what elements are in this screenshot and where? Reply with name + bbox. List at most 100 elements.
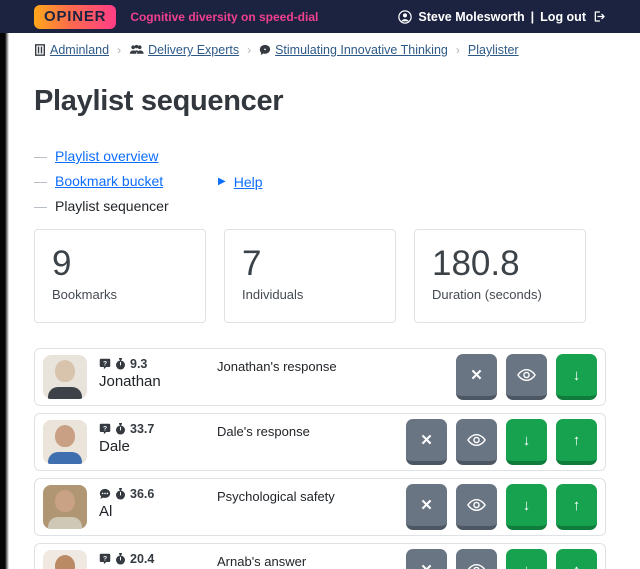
arrow-down-icon: ↓ [523,563,531,569]
breadcrumb-item: Stimulating Innovative Thinking › [259,43,460,57]
question-bubble-icon: ? [99,358,111,370]
response-title: Psychological safety [217,489,335,504]
arrow-down-icon: ↓ [572,366,581,384]
help-toggle[interactable]: ▶ Help [218,144,263,219]
stat-label: Bookmarks [52,287,118,303]
breadcrumb-separator: › [117,43,122,57]
move-down-button[interactable]: ↓ [506,549,547,569]
stat-label: Duration (seconds) [432,287,542,303]
breadcrumb-item: Adminland › [34,43,121,57]
eye-icon [467,498,486,512]
svg-text:?: ? [103,360,107,367]
question-bubble-icon: ? [99,423,111,435]
comment-dots-icon [99,488,111,500]
eye-icon [517,368,536,382]
speech-bubble-icon [259,44,271,56]
avatar [43,550,87,569]
duration-value: 36.6 [130,487,155,501]
remove-button[interactable]: ✕ [406,549,447,569]
breadcrumb-separator: › [247,43,252,57]
stat-card: 9 Bookmarks [34,229,206,323]
app-header: OPINER Cognitive diversity on speed-dial… [0,0,640,33]
move-up-button[interactable]: ↑ [556,549,597,569]
breadcrumb-link[interactable]: Playlister [468,43,519,57]
nav-link[interactable]: Playlist overview [55,144,158,168]
close-icon: ✕ [420,431,433,449]
page-nav: — Playlist overview — Bookmark bucket — … [34,144,606,219]
preview-button[interactable] [506,354,547,400]
breadcrumb-separator: › [455,43,460,57]
playlist-row: ? 20.4 Arnab Arna [34,543,606,569]
response-title: Jonathan's response [217,359,337,374]
stat-card: 180.8 Duration (seconds) [414,229,586,323]
svg-text:?: ? [103,425,107,432]
move-down-button[interactable]: ↓ [506,419,547,465]
duration-value: 33.7 [130,422,155,436]
page-title: Playlist sequencer [34,85,284,117]
playlist-row: ? 9.3 Jonathan Jonathan's response ✕ ↓ [34,348,606,406]
stopwatch-icon [115,358,126,370]
remove-button[interactable]: ✕ [456,354,497,400]
move-up-button[interactable]: ↑ [556,484,597,530]
list-dash: — [34,199,47,214]
person-circle-icon [398,9,413,24]
arrow-up-icon: ↑ [572,431,581,449]
move-down-button[interactable]: ↓ [556,354,597,400]
remove-button[interactable]: ✕ [406,419,447,465]
response-title: Dale's response [217,424,310,439]
preview-button[interactable] [456,484,497,530]
window-shadow [0,33,9,569]
arrow-down-icon: ↓ [522,496,531,514]
user-menu[interactable]: Steve Molesworth | Log out [398,10,606,24]
nav-list-item: — Playlist sequencer [34,194,218,219]
person-name: Dale [99,438,130,455]
person-name: Al [99,503,113,520]
breadcrumb: Adminland › Delivery Experts › Stimulati… [34,43,606,57]
logout-link[interactable]: Log out [540,10,586,24]
breadcrumb-link[interactable]: Delivery Experts [148,43,239,57]
stopwatch-icon [115,488,126,500]
arrow-down-icon: ↓ [522,431,531,449]
nav-link: Playlist sequencer [55,198,169,214]
avatar [43,420,87,464]
duration-value: 9.3 [130,357,148,371]
close-icon: ✕ [470,366,483,384]
row-actions: ✕ ↓ ↑ [406,419,597,465]
arrow-up-icon: ↑ [572,496,581,514]
breadcrumb-link[interactable]: Stimulating Innovative Thinking [275,43,448,57]
avatar [43,485,87,529]
breadcrumb-item: Delivery Experts › [129,43,251,57]
stat-value: 180.8 [432,244,520,283]
arrow-up-icon: ↑ [573,563,581,569]
stat-value: 9 [52,244,72,283]
help-link[interactable]: Help [234,170,263,194]
breadcrumb-item: Playlister [468,43,519,57]
preview-button[interactable] [456,549,497,569]
avatar [43,355,87,399]
app-tagline: Cognitive diversity on speed-dial [130,9,319,24]
row-actions: ✕ ↓ ↑ [406,484,597,530]
stat-label: Individuals [242,287,304,303]
playlist-row: ? 33.7 Dale Dale's response ✕ ↓ ↑ [34,413,606,471]
move-down-button[interactable]: ↓ [506,484,547,530]
user-separator: | [530,9,535,24]
playlist-row: 36.6 Al Psychological safety ✕ ↓ ↑ [34,478,606,536]
section-link-list: — Playlist overview — Bookmark bucket — … [34,144,218,219]
logout-icon [592,10,606,23]
stats-row: 9 Bookmarks 7 Individuals 180.8 Duration… [34,229,606,323]
stopwatch-icon [115,553,126,565]
move-up-button[interactable]: ↑ [556,419,597,465]
list-dash: — [34,149,47,164]
users-icon [129,44,144,56]
stopwatch-icon [115,423,126,435]
remove-button[interactable]: ✕ [406,484,447,530]
opiner-logo[interactable]: OPINER [34,4,117,29]
stat-value: 7 [242,244,262,283]
close-icon: ✕ [420,563,433,569]
preview-button[interactable] [456,419,497,465]
nav-link[interactable]: Bookmark bucket [55,169,163,193]
question-bubble-icon: ? [99,553,111,565]
playlist-sequencer-list: ? 9.3 Jonathan Jonathan's response ✕ ↓ ?… [34,348,606,569]
stat-card: 7 Individuals [224,229,396,323]
breadcrumb-link[interactable]: Adminland [50,43,109,57]
